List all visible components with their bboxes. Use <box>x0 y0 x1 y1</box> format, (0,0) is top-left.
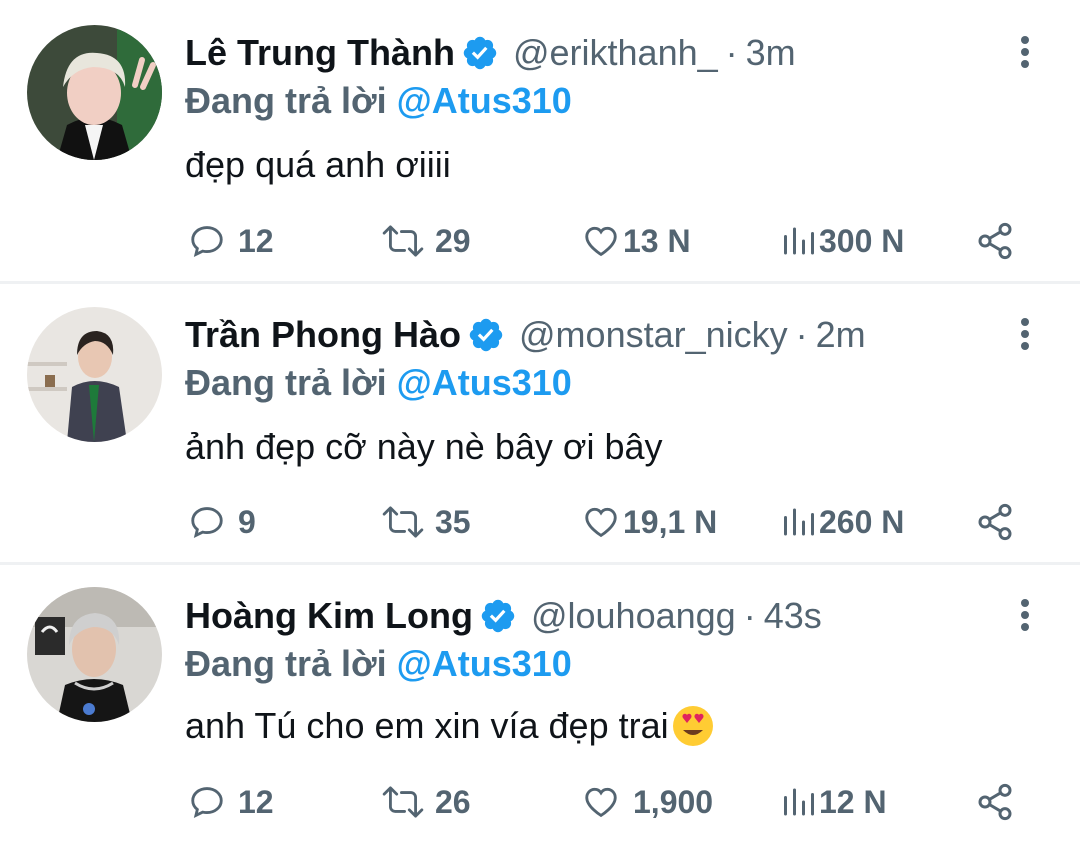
separator-dot: · <box>795 314 808 355</box>
reply-count: 12 <box>238 783 274 820</box>
mention-link[interactable]: @Atus310 <box>397 362 572 403</box>
reply-bubble-icon <box>191 226 223 258</box>
tweet-text: anh Tú cho em xin vía đẹp trai <box>185 703 715 749</box>
like-button[interactable]: 13 N <box>581 217 691 265</box>
reply-context: Đang trả lời @Atus310 <box>185 80 572 122</box>
user-handle[interactable]: @monstar_nicky <box>519 314 788 356</box>
retweet-count: 35 <box>435 503 471 540</box>
tweet[interactable]: Trần Phong Hào @monstar_nicky · 2m Đang … <box>0 284 1080 565</box>
verified-badge-icon <box>469 318 503 352</box>
timestamp[interactable]: 3m <box>746 32 796 74</box>
share-icon <box>978 503 1012 541</box>
reply-prefix: Đang trả lời <box>185 643 387 684</box>
heart-icon <box>585 226 617 257</box>
share-button[interactable] <box>975 778 1015 826</box>
display-name[interactable]: Lê Trung Thành <box>185 32 455 74</box>
mention-link[interactable]: @Atus310 <box>397 643 572 684</box>
tweet-text: ảnh đẹp cỡ này nè bây ơi bây <box>185 424 663 470</box>
more-vertical-icon[interactable] <box>1010 32 1040 72</box>
mention-link[interactable]: @Atus310 <box>397 80 572 121</box>
reply-context: Đang trả lời @Atus310 <box>185 643 572 685</box>
views-button[interactable]: 12 N <box>781 778 887 826</box>
views-button[interactable]: 260 N <box>781 498 904 546</box>
reply-prefix: Đang trả lời <box>185 80 387 121</box>
tweet-text-content: ảnh đẹp cỡ này nè bây ơi bây <box>185 426 663 467</box>
user-handle[interactable]: @erikthanh_ <box>513 32 718 74</box>
retweet-button[interactable]: 29 <box>381 217 471 265</box>
bar-chart-icon <box>784 788 814 816</box>
view-count: 12 N <box>819 783 887 820</box>
verified-badge-icon <box>481 599 515 633</box>
share-button[interactable] <box>975 498 1015 546</box>
display-name[interactable]: Hoàng Kim Long <box>185 595 473 637</box>
like-button[interactable]: 19,1 N <box>581 498 717 546</box>
retweet-button[interactable]: 35 <box>381 498 471 546</box>
heart-eyes-emoji <box>672 706 713 746</box>
tweet[interactable]: Hoàng Kim Long @louhoangg · 43s Đang trả… <box>0 565 1080 846</box>
tweet[interactable]: Lê Trung Thành @erikthanh_ · 3m Đang trả… <box>0 0 1080 281</box>
like-count: 19,1 N <box>623 503 718 540</box>
tweet-text-content: anh Tú cho em xin vía đẹp trai <box>185 705 669 746</box>
like-button[interactable]: 1,900 <box>581 778 713 826</box>
retweet-arrows-icon <box>382 225 424 257</box>
tweet-text: đẹp quá anh ơiiii <box>185 142 451 188</box>
avatar[interactable] <box>27 25 162 160</box>
reply-bubble-icon <box>191 507 223 539</box>
user-handle[interactable]: @louhoangg <box>531 595 736 637</box>
more-vertical-icon[interactable] <box>1010 314 1040 354</box>
avatar[interactable] <box>27 587 162 722</box>
timestamp[interactable]: 43s <box>764 595 822 637</box>
heart-icon <box>585 787 617 818</box>
retweet-arrows-icon <box>382 786 424 818</box>
tweet-text-content: đẹp quá anh ơiiii <box>185 144 451 185</box>
share-icon <box>978 222 1012 260</box>
timestamp[interactable]: 2m <box>816 314 866 356</box>
like-count: 1,900 <box>633 783 714 820</box>
retweet-count: 26 <box>435 783 471 820</box>
heart-icon <box>585 507 617 538</box>
reply-prefix: Đang trả lời <box>185 362 387 403</box>
more-vertical-icon[interactable] <box>1010 595 1040 635</box>
reply-button[interactable]: 9 <box>188 498 256 546</box>
retweet-arrows-icon <box>382 506 424 538</box>
display-name[interactable]: Trần Phong Hào <box>185 314 461 356</box>
like-count: 13 N <box>623 222 691 259</box>
views-button[interactable]: 300 N <box>781 217 904 265</box>
view-count: 300 N <box>819 222 905 259</box>
retweet-button[interactable]: 26 <box>381 778 471 826</box>
bar-chart-icon <box>784 508 814 536</box>
reply-context: Đang trả lời @Atus310 <box>185 362 572 404</box>
verified-badge-icon <box>463 36 497 70</box>
avatar[interactable] <box>27 307 162 442</box>
bar-chart-icon <box>784 227 814 255</box>
reply-bubble-icon <box>191 787 223 819</box>
separator-dot: · <box>725 32 738 73</box>
reply-count: 12 <box>238 222 274 259</box>
reply-count: 9 <box>238 503 256 540</box>
reply-button[interactable]: 12 <box>188 778 274 826</box>
reply-button[interactable]: 12 <box>188 217 274 265</box>
view-count: 260 N <box>819 503 905 540</box>
separator-dot: · <box>743 595 756 636</box>
share-button[interactable] <box>975 217 1015 265</box>
share-icon <box>978 783 1012 821</box>
retweet-count: 29 <box>435 222 471 259</box>
